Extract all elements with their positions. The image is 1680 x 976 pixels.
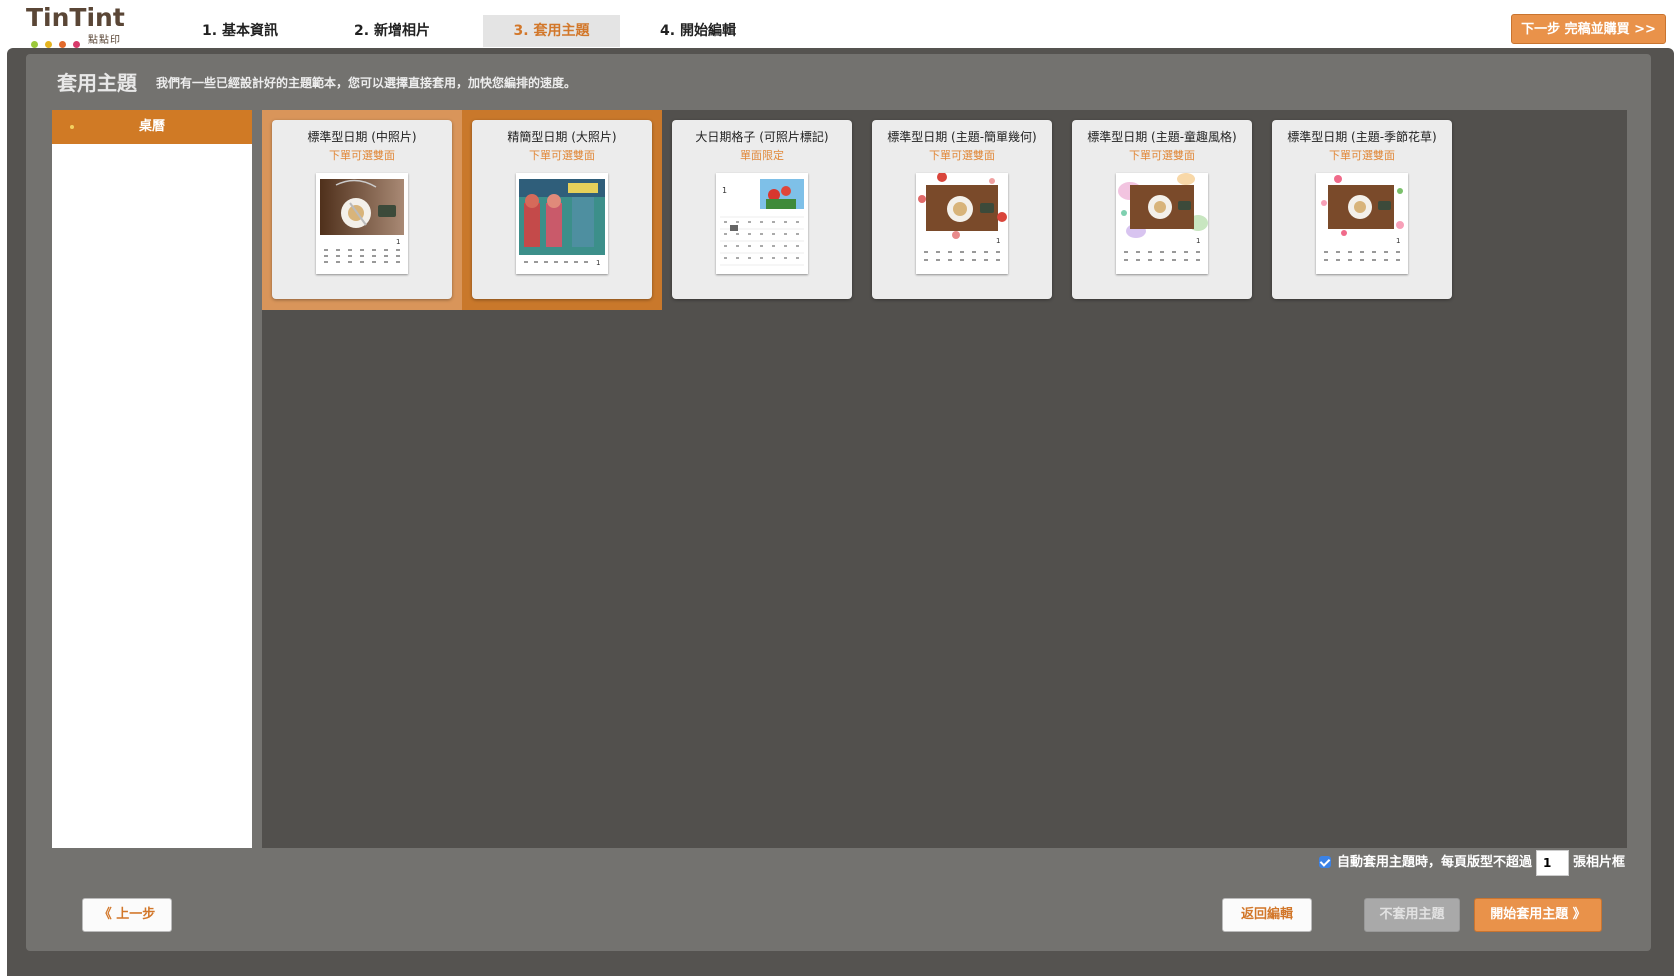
theme-card[interactable]: 標準型日期 (主題-季節花草) 下單可選雙面 1 (1262, 110, 1462, 310)
theme-title: 標準型日期 (中照片) (307, 130, 417, 144)
theme-title: 標準型日期 (主題-童趣風格) (1087, 130, 1237, 144)
next-step-button[interactable]: 下一步 完稿並購買 >> (1511, 14, 1666, 44)
theme-card[interactable]: 大日期格子 (可照片標記) 單面限定 1 (662, 110, 862, 310)
main-frame: 套用主題 我們有一些已經設計好的主題範本，您可以選擇直接套用，加快您編排的速度。… (7, 48, 1674, 976)
theme-card[interactable]: 精簡型日期 (大照片) 下單可選雙面 1 (462, 110, 662, 310)
top-bar: TinTint 點點印 1. 基本資訊 2. 新增相片 3. 套用主題 4. 開… (0, 0, 1680, 50)
theme-subtitle: 下單可選雙面 (929, 149, 995, 162)
theme-card-body: 標準型日期 (主題-童趣風格) 下單可選雙面 1 (1072, 120, 1252, 299)
svg-text:1: 1 (1396, 237, 1400, 245)
previous-step-button[interactable]: 《 上一步 (82, 898, 172, 932)
theme-card-body: 大日期格子 (可照片標記) 單面限定 1 (672, 120, 852, 299)
theme-subtitle: 下單可選雙面 (329, 149, 395, 162)
svg-text:1: 1 (996, 237, 1000, 245)
theme-card-body: 精簡型日期 (大照片) 下單可選雙面 1 (472, 120, 652, 299)
svg-text:1: 1 (596, 259, 600, 267)
tab-step-1[interactable]: 1. 基本資訊 (190, 15, 290, 47)
category-item-desk-calendar[interactable]: 桌曆 (52, 110, 252, 144)
no-theme-button[interactable]: 不套用主題 (1364, 898, 1460, 932)
theme-card[interactable]: 標準型日期 (中照片) 下單可選雙面 1 (262, 110, 462, 310)
page-title: 套用主題 (57, 71, 137, 95)
apply-theme-button[interactable]: 開始套用主題 》 (1474, 898, 1602, 932)
theme-subtitle: 下單可選雙面 (1129, 149, 1195, 162)
logo-dot (31, 41, 38, 48)
theme-card-body: 標準型日期 (中照片) 下單可選雙面 1 (272, 120, 452, 299)
svg-text:1: 1 (722, 186, 727, 195)
auto-apply-unit-label: 張相片框 (1572, 855, 1625, 870)
theme-panel: 套用主題 我們有一些已經設計好的主題範本，您可以選擇直接套用，加快您編排的速度。… (26, 54, 1651, 951)
auto-apply-checkbox[interactable] (1318, 855, 1331, 868)
page-description: 我們有一些已經設計好的主題範本，您可以選擇直接套用，加快您編排的速度。 (156, 76, 577, 90)
theme-grid: 標準型日期 (中照片) 下單可選雙面 1 精簡型日期 (大照片) 下單可選雙面 … (262, 110, 1627, 848)
tab-step-4[interactable]: 4. 開始編輯 (648, 15, 748, 47)
theme-card[interactable]: 標準型日期 (主題-童趣風格) 下單可選雙面 1 (1062, 110, 1262, 310)
logo-dot (73, 41, 80, 48)
svg-text:1: 1 (1196, 237, 1200, 245)
theme-title: 標準型日期 (主題-簡單幾何) (887, 130, 1037, 144)
tab-step-3[interactable]: 3. 套用主題 (483, 15, 620, 47)
max-frames-input[interactable]: 1 (1535, 849, 1569, 876)
auto-apply-row: 自動套用主題時，每頁版型不超過 1 張相片框 (1318, 849, 1625, 877)
theme-thumbnail: 1 (916, 173, 1008, 274)
theme-title: 大日期格子 (可照片標記) (695, 130, 829, 144)
theme-card[interactable]: 標準型日期 (主題-簡單幾何) 下單可選雙面 1 (862, 110, 1062, 310)
logo-dots (31, 33, 87, 48)
theme-subtitle: 下單可選雙面 (529, 149, 595, 162)
tab-step-2[interactable]: 2. 新增相片 (327, 15, 457, 47)
theme-card-body: 標準型日期 (主題-季節花草) 下單可選雙面 1 (1272, 120, 1452, 299)
theme-card-body: 標準型日期 (主題-簡單幾何) 下單可選雙面 1 (872, 120, 1052, 299)
logo-text: TinTint (26, 3, 125, 32)
brand-logo[interactable]: TinTint 點點印 (26, 3, 136, 48)
auto-apply-label: 自動套用主題時，每頁版型不超過 (1336, 855, 1532, 870)
category-sidebar: 桌曆 (52, 110, 252, 848)
theme-thumbnail: 1 (1316, 173, 1408, 274)
theme-title: 標準型日期 (主題-季節花草) (1287, 130, 1437, 144)
logo-dot (45, 41, 52, 48)
theme-thumbnail: 1 (1116, 173, 1208, 274)
theme-thumbnail: 1 (716, 173, 808, 274)
logo-subtitle: 點點印 (88, 35, 121, 46)
category-label: 桌曆 (138, 119, 165, 134)
theme-subtitle: 單面限定 (740, 149, 784, 162)
bullet-icon (70, 125, 74, 129)
theme-thumbnail: 1 (516, 173, 608, 274)
theme-thumbnail: 1 (316, 173, 408, 274)
svg-text:1: 1 (396, 238, 400, 246)
theme-subtitle: 下單可選雙面 (1329, 149, 1395, 162)
back-to-edit-button[interactable]: 返回編輯 (1222, 898, 1312, 932)
theme-title: 精簡型日期 (大照片) (507, 130, 617, 144)
logo-dot (59, 41, 66, 48)
